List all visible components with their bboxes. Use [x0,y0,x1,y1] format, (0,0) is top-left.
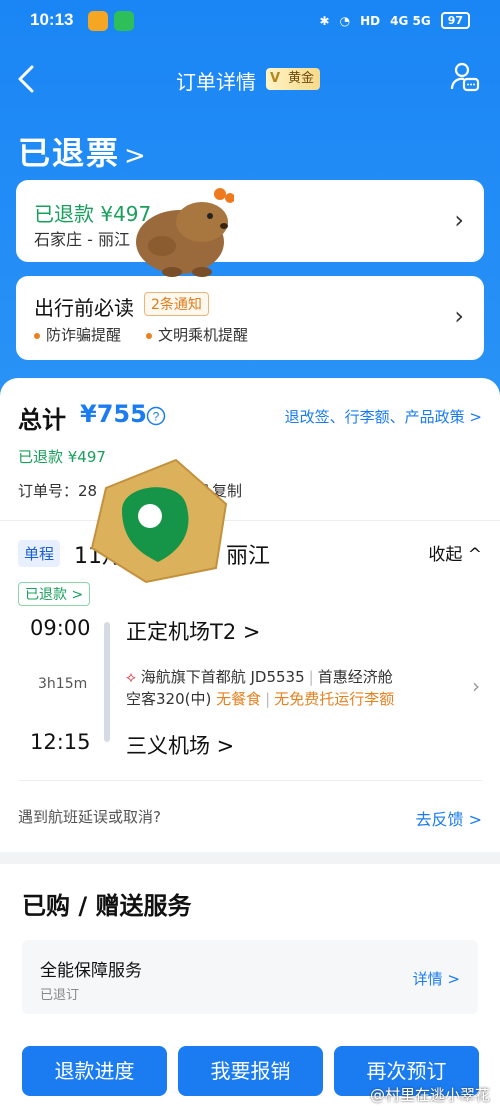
nav-bar: 订单详情 V 黄金 [0,52,500,108]
feedback-link[interactable]: 去反馈 > [416,806,483,830]
flight-info-line1[interactable]: ⟡ 海航旗下首都航 JD5535 | 首惠经济舱 [126,666,393,687]
status-time: 10:13 [30,10,74,29]
notice-tip-text: 文明乘机提醒 [158,326,249,344]
airline-logo-icon: ⟡ [126,668,136,686]
meal-info: 无餐食 [216,690,262,708]
notice-title: 出行前必读 [34,296,134,320]
arrival-time: 12:15 [30,730,91,754]
services-section: 已购 / 赠送服务 全能保障服务 已退订 详情 > 退款进度 我要报销 再次预订 [0,864,500,1111]
travel-notice-card[interactable]: 出行前必读 2条通知 防诈骗提醒 文明乘机提醒 › [16,276,484,360]
bluetooth-icon: ✱ [319,13,330,28]
signal-label: 4G 5G [390,13,431,28]
service-detail-link[interactable]: 详情 > [413,968,460,989]
refund-route: 石家庄 - 丽江 [34,230,130,249]
refund-summary-card[interactable]: 已退款 ¥497 石家庄 - 丽江 › [16,180,484,262]
back-arrow-icon[interactable] [14,62,40,96]
vip-v-icon: V [270,71,281,86]
notice-tip-fraud: 防诈骗提醒 [34,324,121,345]
order-status-text: 已退票 [18,134,121,172]
total-amount: ¥755 [80,400,147,428]
chevron-right-icon: › [454,302,464,330]
departure-time: 09:00 [30,616,91,640]
divider [0,520,500,521]
total-label: 总计 [18,406,66,434]
order-detail-card: 总计 ¥755 ? 退改签、行李额、产品政策 > 已退款 ¥497 订单号：28… [0,378,500,852]
bullet-dot [146,332,152,339]
arrival-airport[interactable]: 三义机场 > [126,730,234,760]
separator: | [308,668,314,686]
policy-link[interactable]: 退改签、行李额、产品政策 > [285,406,482,427]
notice-tip-text: 防诈骗提醒 [46,326,122,344]
service-item[interactable]: 全能保障服务 已退订 详情 > [22,940,478,1014]
service-status: 已退订 [40,988,80,1003]
baggage-info: 无免费托运行李额 [274,690,395,708]
divider [18,780,482,781]
notice-count-badge: 2条通知 [144,292,209,316]
chevron-right-icon: > [124,141,148,171]
trip-type-tag: 单程 [18,540,61,567]
help-icon[interactable]: ? [146,406,166,426]
weibo-notification-icon [88,11,108,31]
aircraft-type: 空客320(中) [126,690,212,708]
airline-flight: 海航旗下首都航 JD5535 [140,668,305,686]
refund-progress-button[interactable]: 退款进度 [22,1046,167,1096]
vip-label: 黄金 [288,71,315,86]
watermark: @村里在逃小翠花 [369,1086,490,1104]
svg-text:?: ? [153,410,160,424]
wifi-icon: ◔ [339,13,351,28]
refund-status-tag[interactable]: 已退款 > [18,582,91,606]
battery-icon: 97 [440,12,470,29]
departure-airport[interactable]: 正定机场T2 > [126,616,260,646]
decorative-sticker [90,458,228,584]
page-title: 订单详情 [176,70,256,94]
flight-duration: 3h15m [38,676,88,692]
cabin-class: 首惠经济舱 [317,668,393,686]
flight-timeline [104,622,110,742]
notice-tip-civility: 文明乘机提醒 [146,324,248,345]
status-bar: 10:13 ✱ ◔ HD 4G 5G 97 [0,0,500,42]
capybara-sticker [136,188,234,277]
flight-info-line2: 空客320(中) 无餐食 | 无免费托运行李额 [126,688,394,709]
delay-question: 遇到航班延误或取消? [18,808,161,826]
customer-service-icon[interactable] [450,62,480,92]
bullet-dot [34,332,40,339]
chevron-right-icon[interactable]: › [472,674,480,698]
collapse-button[interactable]: 收起 ^ [428,540,482,565]
service-name: 全能保障服务 [40,961,142,981]
hd-label: HD [360,13,381,28]
app-notification-icon [114,11,134,31]
reimburse-button[interactable]: 我要报销 [178,1046,323,1096]
separator: | [265,690,271,708]
services-title: 已购 / 赠送服务 [22,892,192,920]
order-status-title[interactable]: 已退票 > [18,128,148,174]
vip-badge[interactable]: V 黄金 [266,68,321,90]
chevron-right-icon: › [454,206,464,234]
